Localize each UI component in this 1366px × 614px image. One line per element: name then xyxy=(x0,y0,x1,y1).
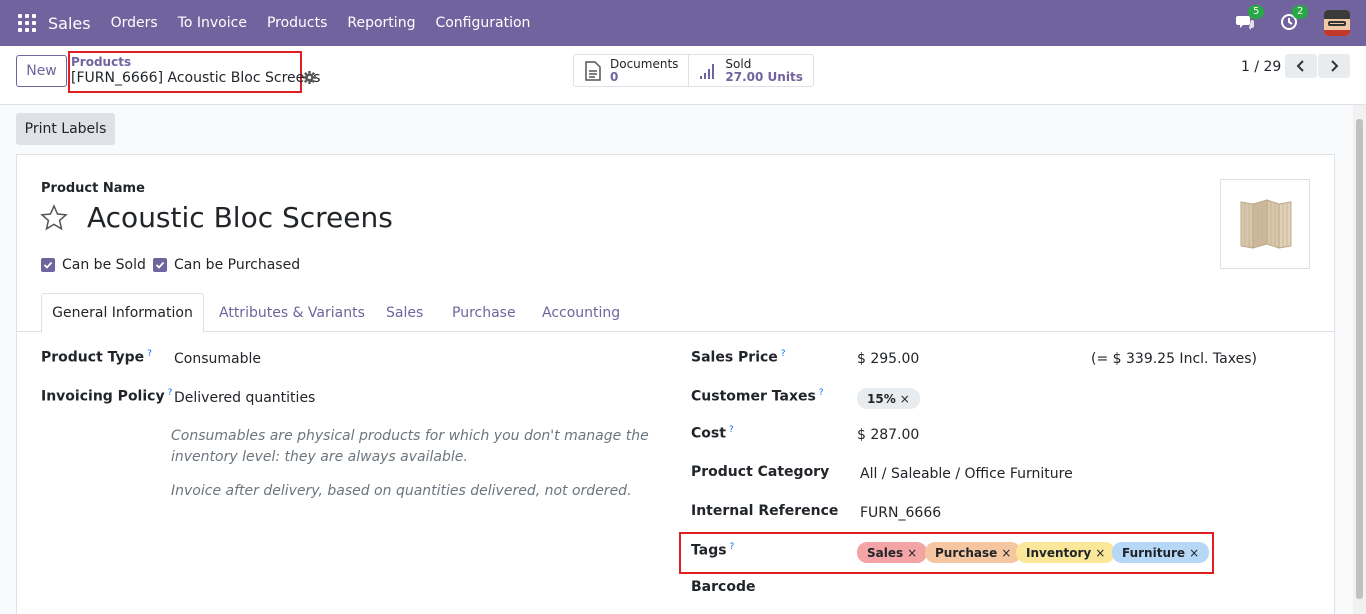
sold-value: 27.00 Units xyxy=(725,69,803,84)
apps-menu-icon[interactable] xyxy=(18,14,36,32)
can-be-sold-checkbox[interactable]: Can be Sold xyxy=(41,257,146,273)
document-icon xyxy=(585,60,601,81)
product-image[interactable] xyxy=(1220,179,1310,269)
bar-chart-icon xyxy=(700,63,715,79)
cost-label: Cost? xyxy=(691,425,734,442)
product-name-field[interactable]: Acoustic Bloc Screens xyxy=(87,201,393,234)
cost-field[interactable]: $ 287.00 xyxy=(857,427,919,443)
barcode-label: Barcode xyxy=(691,579,756,595)
pager-previous-button[interactable] xyxy=(1285,54,1317,78)
tag-label: Inventory xyxy=(1026,545,1092,560)
top-navbar: Sales Orders To Invoice Products Reporti… xyxy=(0,0,1366,46)
checkbox-checked-icon xyxy=(41,258,55,272)
tag-inventory[interactable]: Inventory × xyxy=(1016,542,1116,563)
remove-tag-icon[interactable]: × xyxy=(907,546,917,560)
help-icon[interactable]: ? xyxy=(730,542,735,552)
product-name-label: Product Name xyxy=(41,181,145,196)
customer-taxes-label: Customer Taxes? xyxy=(691,388,824,405)
menu-reporting[interactable]: Reporting xyxy=(347,15,415,31)
consumable-help-text: Consumables are physical products for wh… xyxy=(171,428,649,465)
product-type-label: Product Type? xyxy=(41,349,152,366)
breadcrumb-products-link[interactable]: Products xyxy=(71,55,131,69)
documents-smart-button[interactable]: Documents 0 xyxy=(574,55,690,86)
documents-count: 0 xyxy=(610,69,619,84)
tag-label: Sales xyxy=(867,545,904,560)
messages-badge: 5 xyxy=(1248,5,1265,19)
control-panel: New Products [FURN_6666] Acoustic Bloc S… xyxy=(0,46,1366,105)
internal-reference-field[interactable]: FURN_6666 xyxy=(860,505,941,521)
activities-button[interactable]: 2 xyxy=(1280,5,1309,33)
user-avatar[interactable] xyxy=(1324,10,1350,36)
help-icon[interactable]: ? xyxy=(729,425,734,435)
help-icon[interactable]: ? xyxy=(781,349,786,359)
internal-reference-label: Internal Reference xyxy=(691,503,839,519)
pager-value[interactable]: 1 / 29 xyxy=(1241,59,1281,75)
product-category-label: Product Category xyxy=(691,464,830,480)
star-icon[interactable] xyxy=(40,204,68,232)
sales-price-label: Sales Price? xyxy=(691,349,786,366)
tag-label: Purchase xyxy=(935,545,998,560)
menu-to-invoice[interactable]: To Invoice xyxy=(178,15,247,31)
tax-badge-label: 15% xyxy=(867,391,896,406)
invoice-help-text: Invoice after delivery, based on quantit… xyxy=(171,483,632,499)
messages-button[interactable]: 5 xyxy=(1236,5,1265,33)
tab-sales[interactable]: Sales xyxy=(386,293,423,332)
tag-label: Furniture xyxy=(1122,545,1186,560)
activities-badge: 2 xyxy=(1292,5,1309,19)
menu-orders[interactable]: Orders xyxy=(111,15,158,31)
tag-sales[interactable]: Sales × xyxy=(857,542,928,563)
breadcrumb-current: [FURN_6666] Acoustic Bloc Screens xyxy=(71,70,321,86)
tax-badge[interactable]: 15% × xyxy=(857,388,920,409)
help-icon[interactable]: ? xyxy=(168,388,173,398)
help-icon[interactable]: ? xyxy=(819,388,824,398)
tab-attributes-variants[interactable]: Attributes & Variants xyxy=(219,293,365,332)
pager-next-button[interactable] xyxy=(1318,54,1350,78)
gear-icon[interactable] xyxy=(303,71,316,84)
remove-tag-icon[interactable]: × xyxy=(1001,546,1011,560)
tags-label: Tags? xyxy=(691,542,735,559)
invoicing-policy-label: Invoicing Policy? xyxy=(41,388,173,405)
app-brand[interactable]: Sales xyxy=(48,14,91,33)
notebook-tabs: General Information Attributes & Variant… xyxy=(16,293,1334,333)
incl-taxes-value: (= $ 339.25 Incl. Taxes) xyxy=(1091,351,1257,367)
product-category-field[interactable]: All / Saleable / Office Furniture xyxy=(860,466,1073,482)
sales-price-field[interactable]: $ 295.00 xyxy=(857,351,919,367)
remove-tax-icon[interactable]: × xyxy=(900,392,910,406)
tab-general-information[interactable]: General Information xyxy=(41,293,204,333)
product-type-field[interactable]: Consumable xyxy=(174,351,261,367)
can-be-purchased-label: Can be Purchased xyxy=(174,257,301,273)
tab-accounting[interactable]: Accounting xyxy=(542,293,620,332)
menu-configuration[interactable]: Configuration xyxy=(435,15,530,31)
can-be-purchased-checkbox[interactable]: Can be Purchased xyxy=(153,257,300,273)
chevron-right-icon xyxy=(1331,60,1339,72)
remove-tag-icon[interactable]: × xyxy=(1095,546,1105,560)
tab-purchase[interactable]: Purchase xyxy=(452,293,516,332)
scrollbar-thumb[interactable] xyxy=(1356,119,1363,599)
help-icon[interactable]: ? xyxy=(147,349,152,359)
tag-purchase[interactable]: Purchase × xyxy=(925,542,1022,563)
invoicing-policy-field[interactable]: Delivered quantities xyxy=(174,390,315,406)
tag-furniture[interactable]: Furniture × xyxy=(1112,542,1210,563)
documents-label: Documents xyxy=(610,56,679,71)
print-labels-button[interactable]: Print Labels xyxy=(16,113,115,145)
acoustic-screen-image xyxy=(1240,199,1292,249)
page-scrollbar[interactable] xyxy=(1353,105,1366,614)
sold-label: Sold xyxy=(725,56,752,71)
checkbox-checked-icon xyxy=(153,258,167,272)
can-be-sold-label: Can be Sold xyxy=(62,257,146,273)
chevron-left-icon xyxy=(1296,60,1304,72)
remove-tag-icon[interactable]: × xyxy=(1189,546,1199,560)
smart-buttons: Documents 0 Sold 27.00 Units xyxy=(573,54,814,87)
sold-smart-button[interactable]: Sold 27.00 Units xyxy=(689,55,812,86)
menu-products[interactable]: Products xyxy=(267,15,327,31)
new-button[interactable]: New xyxy=(16,55,67,87)
